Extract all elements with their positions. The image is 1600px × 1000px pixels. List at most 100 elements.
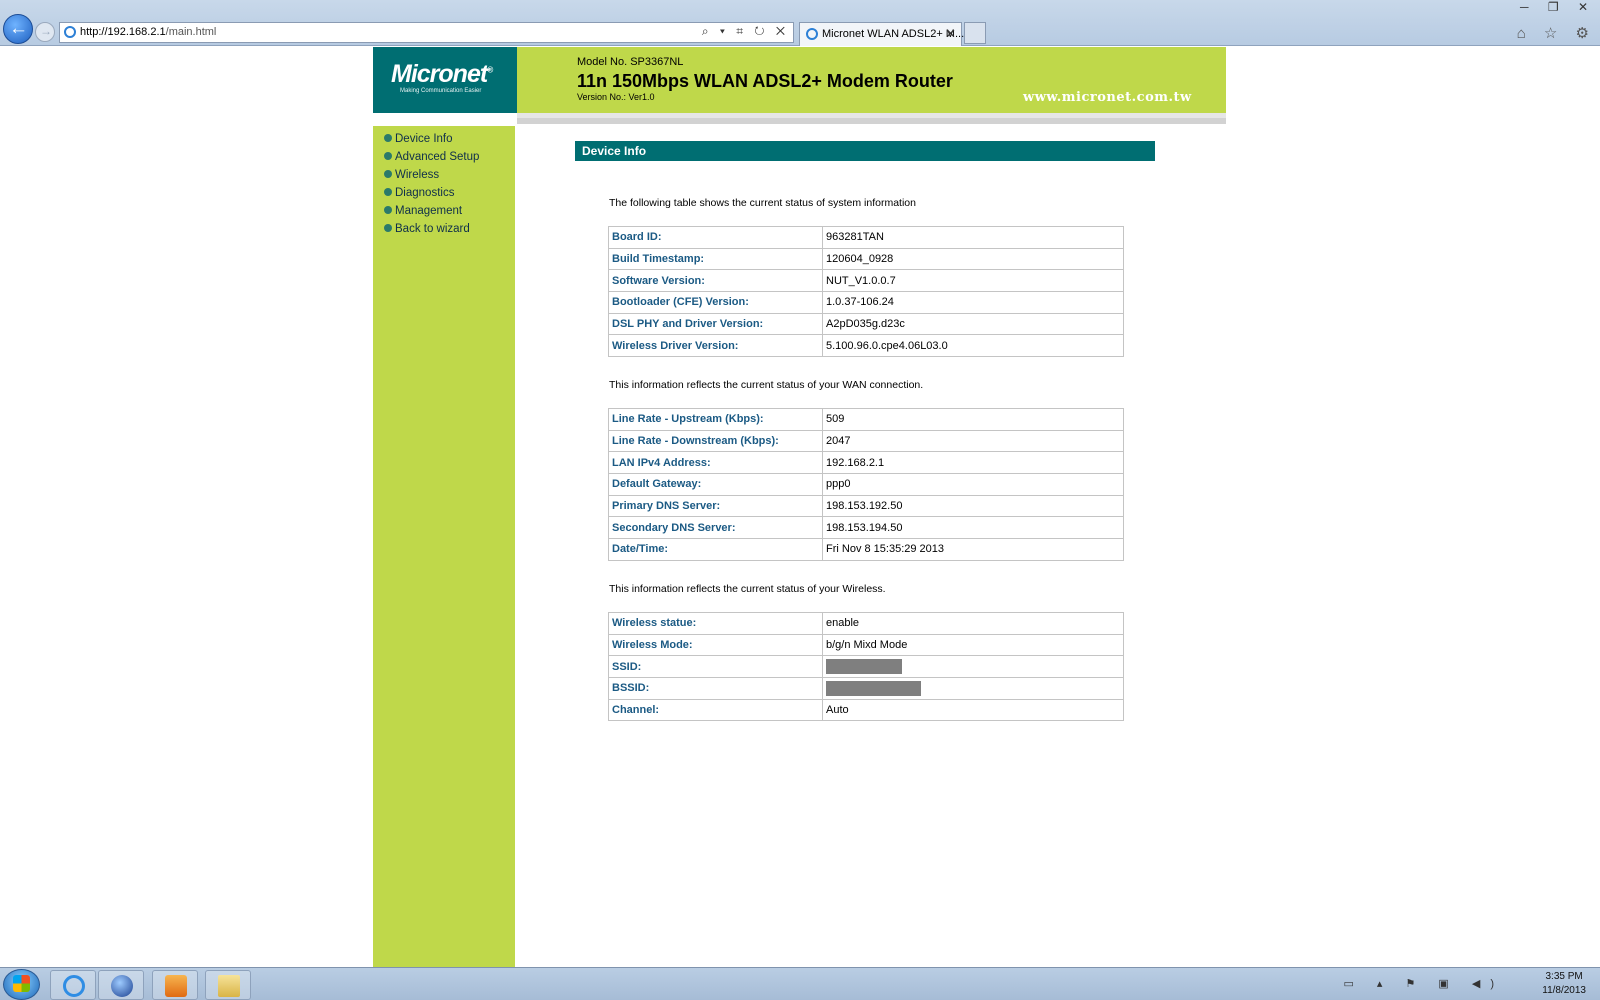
globe-icon: [111, 975, 133, 997]
row-value: A2pD035g.d23c: [822, 312, 1124, 336]
system-clock[interactable]: 3:35 PM 11/8/2013: [1542, 970, 1586, 998]
forward-button[interactable]: →: [35, 22, 55, 42]
wan-info-table: Line Rate - Upstream (Kbps): 509 Line Rat…: [608, 408, 1124, 561]
bullet-icon: [384, 188, 392, 196]
ie-page-icon: [64, 26, 76, 38]
browser-chrome: ← → http://192.168.2.1/main.html ⌕ ▾ ⌗ ↻…: [0, 0, 1600, 46]
row-label: Software Version:: [608, 269, 823, 293]
website-link[interactable]: www.micronet.com.tw: [1023, 90, 1192, 105]
table-row: LAN IPv4 Address: 192.168.2.1: [608, 451, 1124, 475]
section-title: Device Info: [575, 141, 1155, 161]
folder-icon: [218, 975, 240, 997]
taskbar-browser[interactable]: [98, 970, 144, 1000]
row-label: Wireless statue:: [608, 612, 823, 635]
taskbar-media-player[interactable]: [152, 970, 198, 1000]
arrow-left-icon: ←: [9, 18, 28, 39]
row-value: 1.0.37-106.24: [822, 291, 1124, 314]
new-tab-button[interactable]: [964, 22, 986, 44]
row-value: b/g/n Mixd Mode: [822, 633, 1124, 657]
system-info-table: Board ID: 963281TAN Build Timestamp: 12060…: [608, 226, 1124, 358]
table-row: Build Timestamp: 120604_0928: [608, 247, 1124, 271]
table-row: Wireless Driver Version: 5.100.96.0.cpe4.…: [608, 334, 1124, 358]
table-row: DSL PHY and Driver Version: A2pD035g.d23c: [608, 312, 1124, 336]
clock-time: 3:35 PM: [1545, 971, 1583, 982]
internet-explorer-icon: [63, 975, 85, 997]
bullet-icon: [384, 224, 392, 232]
wireless-info-table: Wireless statue: enable Wireless Mode: b/g…: [608, 612, 1124, 722]
table-row: SSID:: [608, 655, 1124, 679]
table-row: Wireless Mode: b/g/n Mixd Mode: [608, 633, 1124, 657]
table-row: Secondary DNS Server: 198.153.194.50: [608, 516, 1124, 540]
row-label: Build Timestamp:: [608, 247, 823, 271]
row-value: 5.100.96.0.cpe4.06L03.0: [822, 334, 1124, 358]
product-title: 11n 150Mbps WLAN ADSL2+ Modem Router: [577, 71, 953, 91]
nav-item-advanced-setup[interactable]: Advanced Setup: [384, 151, 479, 169]
redacted-bssid: [826, 680, 921, 696]
row-value: NUT_V1.0.0.7: [822, 269, 1124, 293]
row-label: LAN IPv4 Address:: [608, 451, 823, 475]
taskbar-file-explorer[interactable]: [205, 970, 251, 1000]
address-actions-icons[interactable]: ⌕ ▾ ⌗ ↻ ✕: [702, 24, 789, 39]
sidebar: Device Info Advanced Setup Wireless Diag…: [373, 126, 515, 967]
taskbar-internet-explorer[interactable]: [50, 970, 96, 1000]
table-row: Default Gateway: ppp0: [608, 473, 1124, 496]
row-value: [822, 677, 1124, 700]
row-label: DSL PHY and Driver Version:: [608, 312, 823, 336]
nav-item-management[interactable]: Management: [384, 205, 479, 223]
wireless-info-intro: This information reflects the current st…: [609, 583, 886, 595]
table-row: Date/Time: Fri Nov 8 15:35:29 2013: [608, 538, 1124, 561]
bullet-icon: [384, 206, 392, 214]
nav-item-device-info[interactable]: Device Info: [384, 133, 479, 151]
bullet-icon: [384, 134, 392, 142]
logo-text: Micronet®: [391, 60, 493, 88]
table-row: Wireless statue: enable: [608, 612, 1124, 635]
table-row: Line Rate - Upstream (Kbps): 509: [608, 408, 1124, 431]
window-controls[interactable]: ─ ❐ ✕: [1520, 0, 1596, 14]
table-row: Channel: Auto: [608, 698, 1124, 722]
address-bar[interactable]: http://192.168.2.1/main.html ⌕ ▾ ⌗ ↻ ✕: [59, 22, 794, 43]
row-label: Primary DNS Server:: [608, 494, 823, 518]
nav-item-back-to-wizard[interactable]: Back to wizard: [384, 223, 479, 241]
back-button[interactable]: ←: [3, 14, 33, 44]
nav-item-diagnostics[interactable]: Diagnostics: [384, 187, 479, 205]
row-value: 963281TAN: [822, 226, 1124, 249]
router-header: Micronet® Making Communication Easier Mo…: [373, 47, 1226, 113]
header-divider: [517, 118, 1226, 124]
micronet-logo: Micronet® Making Communication Easier: [373, 47, 517, 113]
row-value: Auto: [822, 698, 1124, 722]
table-row: Bootloader (CFE) Version: 1.0.37-106.24: [608, 291, 1124, 314]
row-value: 2047: [822, 429, 1124, 453]
browser-tab[interactable]: Micronet WLAN ADSL2+ M... ✕: [799, 22, 965, 46]
row-label: SSID:: [608, 655, 823, 679]
wan-info-intro: This information reflects the current st…: [609, 379, 924, 391]
url-path: /main.html: [165, 26, 217, 38]
router-page: Micronet® Making Communication Easier Mo…: [373, 47, 1226, 967]
row-label: Date/Time:: [608, 538, 823, 561]
row-value: 509: [822, 408, 1124, 431]
start-button[interactable]: [3, 969, 40, 1000]
windows-logo-icon: [13, 975, 30, 992]
nav-menu: Device Info Advanced Setup Wireless Diag…: [384, 133, 479, 241]
row-value: enable: [822, 612, 1124, 635]
tab-close-icon[interactable]: ✕: [945, 26, 956, 42]
system-tray-icons[interactable]: ▭ ▴ ⚑ ▣ ◀): [1343, 977, 1504, 990]
row-value: 198.153.192.50: [822, 494, 1124, 518]
browser-tools-icons[interactable]: ⌂ ☆ ⚙: [1517, 24, 1596, 42]
row-label: Default Gateway:: [608, 473, 823, 496]
taskbar: ▭ ▴ ⚑ ▣ ◀) 3:35 PM 11/8/2013: [0, 967, 1600, 1000]
row-label: Board ID:: [608, 226, 823, 249]
row-value: Fri Nov 8 15:35:29 2013: [822, 538, 1124, 561]
redacted-ssid: [826, 659, 902, 675]
row-label: Secondary DNS Server:: [608, 516, 823, 540]
arrow-right-icon: →: [40, 24, 52, 38]
url-text[interactable]: http://192.168.2.1/main.html: [80, 26, 216, 38]
bullet-icon: [384, 170, 392, 178]
table-row: BSSID:: [608, 677, 1124, 700]
tab-title: Micronet WLAN ADSL2+ M...: [822, 28, 965, 40]
url-host: http://192.168.2.1: [80, 26, 166, 38]
nav-item-wireless[interactable]: Wireless: [384, 169, 479, 187]
row-label: Line Rate - Upstream (Kbps):: [608, 408, 823, 431]
row-label: Wireless Mode:: [608, 633, 823, 657]
system-info-intro: The following table shows the current st…: [609, 197, 916, 209]
ie-tab-icon: [806, 28, 818, 40]
